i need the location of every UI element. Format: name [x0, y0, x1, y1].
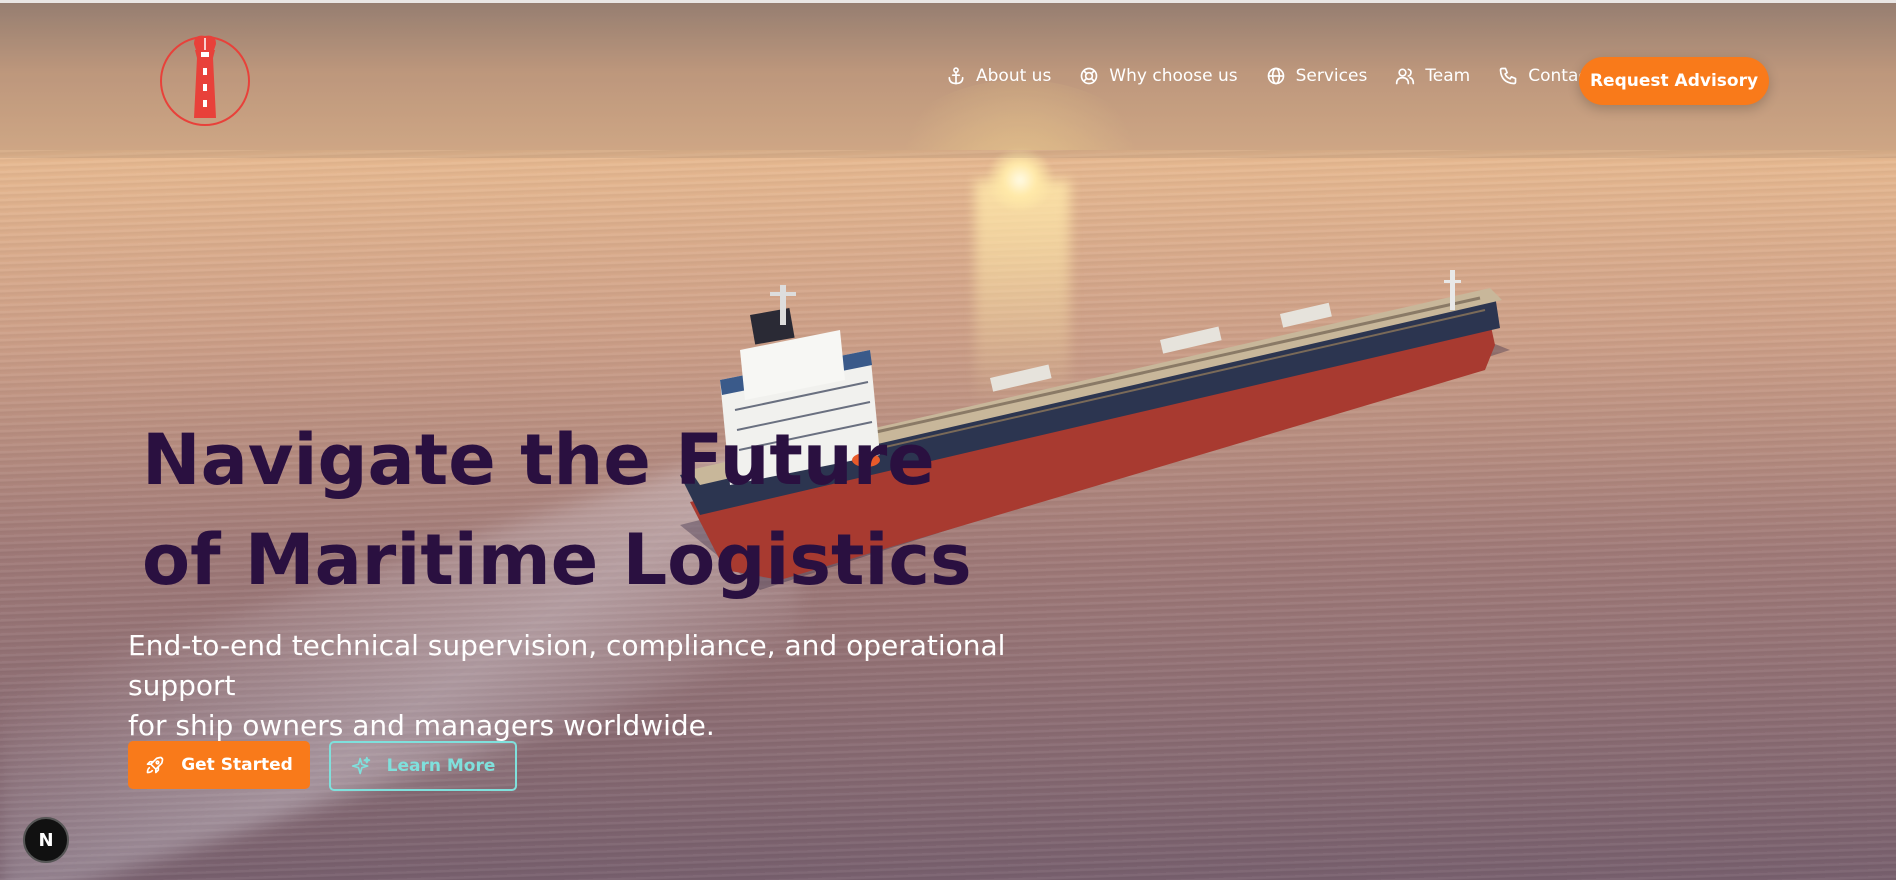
lighthouse-logo-icon[interactable]	[158, 34, 252, 128]
nav-item-team[interactable]: Team	[1395, 66, 1470, 86]
badge-letter: N	[38, 829, 54, 851]
hero-subtitle: End-to-end technical supervision, compli…	[128, 626, 1068, 746]
nav-item-label: Services	[1295, 66, 1368, 86]
hero-title: Navigate the Future of Maritime Logistic…	[142, 410, 1042, 610]
users-icon	[1396, 68, 1415, 85]
hero-title-line1: Navigate the Future	[142, 419, 935, 501]
request-advisory-button[interactable]: Request Advisory	[1579, 57, 1769, 105]
hero-subtitle-line2: for ship owners and managers worldwide.	[128, 709, 715, 742]
hero-subtitle-line1: End-to-end technical supervision, compli…	[128, 629, 1006, 702]
nav-item-label: About us	[976, 66, 1052, 86]
main-nav: About us Why choose us Services Team Con…	[946, 66, 1622, 86]
learn-more-label: Learn More	[386, 756, 496, 776]
nav-item-why-choose-us[interactable]: Why choose us	[1079, 66, 1238, 86]
lifebuoy-icon	[1080, 67, 1098, 85]
hero-title-line2: of Maritime Logistics	[142, 519, 972, 601]
get-started-label: Get Started	[181, 755, 293, 775]
nav-item-about[interactable]: About us	[946, 66, 1051, 86]
sun	[985, 150, 1055, 210]
nav-item-label: Team	[1425, 66, 1471, 86]
nav-item-label: Why choose us	[1109, 66, 1238, 86]
rocket-icon	[146, 756, 164, 774]
anchor-icon	[948, 67, 964, 85]
learn-more-button[interactable]: Learn More	[329, 741, 517, 791]
nav-item-services[interactable]: Services	[1266, 66, 1368, 86]
globe-icon	[1267, 67, 1284, 85]
framework-badge-button[interactable]: N	[23, 817, 69, 863]
get-started-button[interactable]: Get Started	[128, 741, 310, 789]
sparkle-icon	[351, 756, 370, 775]
phone-icon	[1499, 67, 1517, 85]
top-edge-line	[0, 0, 1896, 3]
